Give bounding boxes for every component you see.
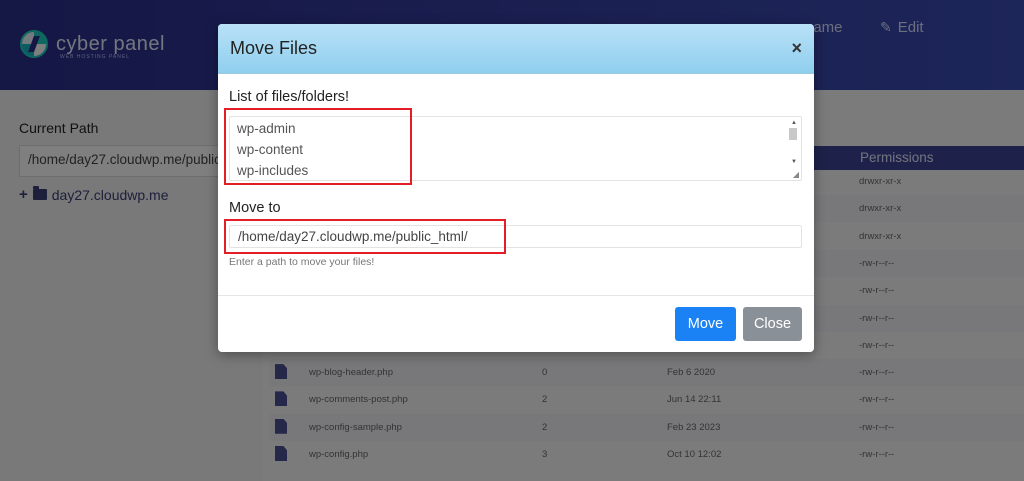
scroll-up-icon[interactable]: ▲: [791, 120, 797, 126]
resize-grip-icon[interactable]: ◢: [793, 170, 799, 179]
list-item: wp-admin: [237, 121, 296, 136]
files-list-label: List of files/folders!: [229, 89, 350, 105]
move-to-input[interactable]: [229, 225, 802, 248]
modal-footer-divider: [218, 295, 814, 296]
scrollbar-thumb[interactable]: [789, 128, 797, 140]
files-list-textarea[interactable]: wp-admin wp-content wp-includes ▲ ▼ ◢: [229, 116, 802, 181]
list-item: wp-includes: [237, 163, 309, 178]
move-files-dialog: Move Files × List of files/folders! wp-a…: [218, 24, 814, 352]
list-item: wp-content: [237, 142, 304, 157]
close-icon[interactable]: ×: [791, 38, 802, 59]
modal-header: Move Files ×: [218, 24, 814, 74]
scroll-down-icon[interactable]: ▼: [791, 159, 797, 165]
move-button[interactable]: Move: [675, 307, 736, 341]
close-button[interactable]: Close: [743, 307, 802, 341]
modal-title: Move Files: [230, 38, 318, 58]
move-to-help-text: Enter a path to move your files!: [229, 256, 375, 268]
move-to-label: Move to: [229, 200, 281, 216]
